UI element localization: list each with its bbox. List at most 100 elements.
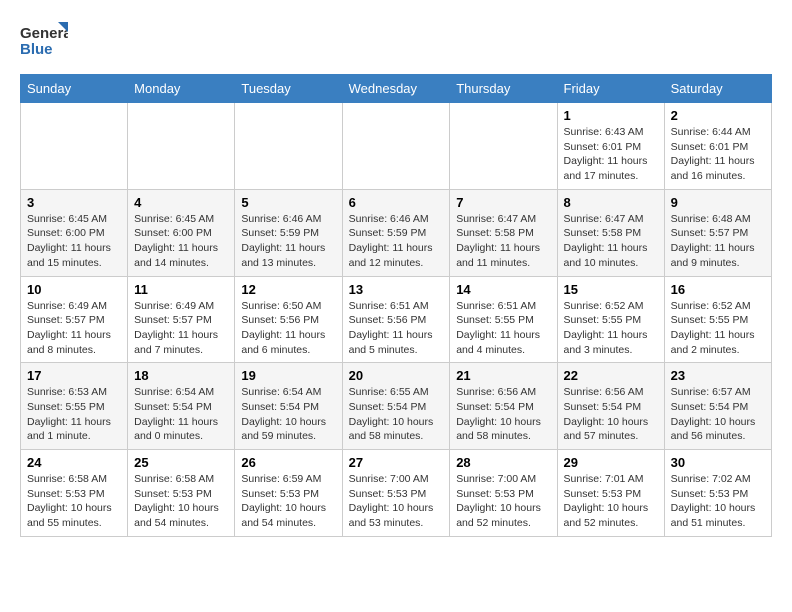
day-number: 6 [349, 195, 444, 210]
day-info: Sunrise: 6:54 AM Sunset: 5:54 PM Dayligh… [134, 385, 228, 444]
weekday-header: Wednesday [342, 75, 450, 103]
day-number: 8 [564, 195, 658, 210]
svg-text:Blue: Blue [20, 41, 53, 58]
calendar-cell: 28 Sunrise: 7:00 AM Sunset: 5:53 PM Dayli… [450, 450, 557, 537]
day-number: 22 [564, 368, 658, 383]
day-number: 24 [27, 455, 121, 470]
calendar-cell: 4 Sunrise: 6:45 AM Sunset: 6:00 PM Daylig… [128, 189, 235, 276]
day-info: Sunrise: 6:49 AM Sunset: 5:57 PM Dayligh… [27, 299, 121, 358]
calendar-cell: 15 Sunrise: 6:52 AM Sunset: 5:55 PM Dayli… [557, 276, 664, 363]
calendar-cell: 16 Sunrise: 6:52 AM Sunset: 5:55 PM Dayli… [664, 276, 771, 363]
calendar-cell: 1 Sunrise: 6:43 AM Sunset: 6:01 PM Daylig… [557, 103, 664, 190]
calendar-week-row: 17 Sunrise: 6:53 AM Sunset: 5:55 PM Dayli… [21, 363, 772, 450]
day-info: Sunrise: 6:58 AM Sunset: 5:53 PM Dayligh… [27, 472, 121, 531]
day-number: 4 [134, 195, 228, 210]
calendar-cell [21, 103, 128, 190]
calendar-cell: 11 Sunrise: 6:49 AM Sunset: 5:57 PM Dayli… [128, 276, 235, 363]
day-info: Sunrise: 6:51 AM Sunset: 5:55 PM Dayligh… [456, 299, 550, 358]
calendar-week-row: 1 Sunrise: 6:43 AM Sunset: 6:01 PM Daylig… [21, 103, 772, 190]
calendar-cell: 19 Sunrise: 6:54 AM Sunset: 5:54 PM Dayli… [235, 363, 342, 450]
calendar-week-row: 24 Sunrise: 6:58 AM Sunset: 5:53 PM Dayli… [21, 450, 772, 537]
day-info: Sunrise: 7:02 AM Sunset: 5:53 PM Dayligh… [671, 472, 765, 531]
calendar-cell: 7 Sunrise: 6:47 AM Sunset: 5:58 PM Daylig… [450, 189, 557, 276]
day-number: 7 [456, 195, 550, 210]
day-info: Sunrise: 6:43 AM Sunset: 6:01 PM Dayligh… [564, 125, 658, 184]
weekday-header: Friday [557, 75, 664, 103]
weekday-header: Thursday [450, 75, 557, 103]
weekday-header: Saturday [664, 75, 771, 103]
logo: General Blue [20, 20, 68, 64]
day-info: Sunrise: 6:55 AM Sunset: 5:54 PM Dayligh… [349, 385, 444, 444]
day-info: Sunrise: 6:47 AM Sunset: 5:58 PM Dayligh… [564, 212, 658, 271]
day-number: 16 [671, 282, 765, 297]
calendar-week-row: 3 Sunrise: 6:45 AM Sunset: 6:00 PM Daylig… [21, 189, 772, 276]
day-info: Sunrise: 6:44 AM Sunset: 6:01 PM Dayligh… [671, 125, 765, 184]
calendar-cell: 29 Sunrise: 7:01 AM Sunset: 5:53 PM Dayli… [557, 450, 664, 537]
calendar-cell: 2 Sunrise: 6:44 AM Sunset: 6:01 PM Daylig… [664, 103, 771, 190]
day-info: Sunrise: 6:45 AM Sunset: 6:00 PM Dayligh… [27, 212, 121, 271]
day-info: Sunrise: 6:45 AM Sunset: 6:00 PM Dayligh… [134, 212, 228, 271]
day-number: 5 [241, 195, 335, 210]
day-info: Sunrise: 7:01 AM Sunset: 5:53 PM Dayligh… [564, 472, 658, 531]
day-number: 26 [241, 455, 335, 470]
day-number: 1 [564, 108, 658, 123]
calendar-cell: 26Sunrise: 6:59 AM Sunset: 5:53 PM Dayli… [235, 450, 342, 537]
day-info: Sunrise: 6:47 AM Sunset: 5:58 PM Dayligh… [456, 212, 550, 271]
day-number: 30 [671, 455, 765, 470]
day-number: 3 [27, 195, 121, 210]
calendar-cell: 5 Sunrise: 6:46 AM Sunset: 5:59 PM Daylig… [235, 189, 342, 276]
day-number: 19 [241, 368, 335, 383]
day-info: Sunrise: 6:52 AM Sunset: 5:55 PM Dayligh… [671, 299, 765, 358]
weekday-header: Tuesday [235, 75, 342, 103]
calendar-cell [128, 103, 235, 190]
calendar-cell: 21 Sunrise: 6:56 AM Sunset: 5:54 PM Dayli… [450, 363, 557, 450]
calendar-cell: 24 Sunrise: 6:58 AM Sunset: 5:53 PM Dayli… [21, 450, 128, 537]
calendar-cell: 17 Sunrise: 6:53 AM Sunset: 5:55 PM Dayli… [21, 363, 128, 450]
day-info: Sunrise: 6:57 AM Sunset: 5:54 PM Dayligh… [671, 385, 765, 444]
calendar-cell: 10 Sunrise: 6:49 AM Sunset: 5:57 PM Dayli… [21, 276, 128, 363]
day-number: 14 [456, 282, 550, 297]
day-info: Sunrise: 6:52 AM Sunset: 5:55 PM Dayligh… [564, 299, 658, 358]
day-number: 10 [27, 282, 121, 297]
calendar-cell: 12Sunrise: 6:50 AM Sunset: 5:56 PM Dayli… [235, 276, 342, 363]
calendar-cell: 25Sunrise: 6:58 AM Sunset: 5:53 PM Dayli… [128, 450, 235, 537]
calendar-cell: 6Sunrise: 6:46 AM Sunset: 5:59 PM Daylig… [342, 189, 450, 276]
weekday-header: Monday [128, 75, 235, 103]
calendar-cell: 14 Sunrise: 6:51 AM Sunset: 5:55 PM Dayli… [450, 276, 557, 363]
day-info: Sunrise: 7:00 AM Sunset: 5:53 PM Dayligh… [456, 472, 550, 531]
day-number: 13 [349, 282, 444, 297]
day-number: 29 [564, 455, 658, 470]
day-info: Sunrise: 6:46 AM Sunset: 5:59 PM Dayligh… [241, 212, 335, 271]
day-number: 20 [349, 368, 444, 383]
day-info: Sunrise: 6:56 AM Sunset: 5:54 PM Dayligh… [456, 385, 550, 444]
day-info: Sunrise: 7:00 AM Sunset: 5:53 PM Dayligh… [349, 472, 444, 531]
day-number: 15 [564, 282, 658, 297]
calendar-table: SundayMondayTuesdayWednesdayThursdayFrid… [20, 74, 772, 537]
calendar-week-row: 10 Sunrise: 6:49 AM Sunset: 5:57 PM Dayli… [21, 276, 772, 363]
page-header: General Blue [20, 20, 772, 64]
day-info: Sunrise: 6:49 AM Sunset: 5:57 PM Dayligh… [134, 299, 228, 358]
calendar-cell [235, 103, 342, 190]
day-info: Sunrise: 6:54 AM Sunset: 5:54 PM Dayligh… [241, 385, 335, 444]
day-number: 2 [671, 108, 765, 123]
weekday-header-row: SundayMondayTuesdayWednesdayThursdayFrid… [21, 75, 772, 103]
calendar-cell [450, 103, 557, 190]
calendar-cell: 20 Sunrise: 6:55 AM Sunset: 5:54 PM Dayli… [342, 363, 450, 450]
weekday-header: Sunday [21, 75, 128, 103]
day-number: 28 [456, 455, 550, 470]
calendar-cell: 22Sunrise: 6:56 AM Sunset: 5:54 PM Dayli… [557, 363, 664, 450]
day-number: 9 [671, 195, 765, 210]
day-number: 21 [456, 368, 550, 383]
day-number: 11 [134, 282, 228, 297]
day-info: Sunrise: 6:50 AM Sunset: 5:56 PM Dayligh… [241, 299, 335, 358]
calendar-cell: 27 Sunrise: 7:00 AM Sunset: 5:53 PM Dayli… [342, 450, 450, 537]
svg-text:General: General [20, 25, 68, 42]
calendar-cell [342, 103, 450, 190]
day-number: 27 [349, 455, 444, 470]
day-info: Sunrise: 6:53 AM Sunset: 5:55 PM Dayligh… [27, 385, 121, 444]
calendar-cell: 30 Sunrise: 7:02 AM Sunset: 5:53 PM Dayli… [664, 450, 771, 537]
day-number: 23 [671, 368, 765, 383]
day-info: Sunrise: 6:51 AM Sunset: 5:56 PM Dayligh… [349, 299, 444, 358]
day-number: 17 [27, 368, 121, 383]
calendar-cell: 3 Sunrise: 6:45 AM Sunset: 6:00 PM Daylig… [21, 189, 128, 276]
